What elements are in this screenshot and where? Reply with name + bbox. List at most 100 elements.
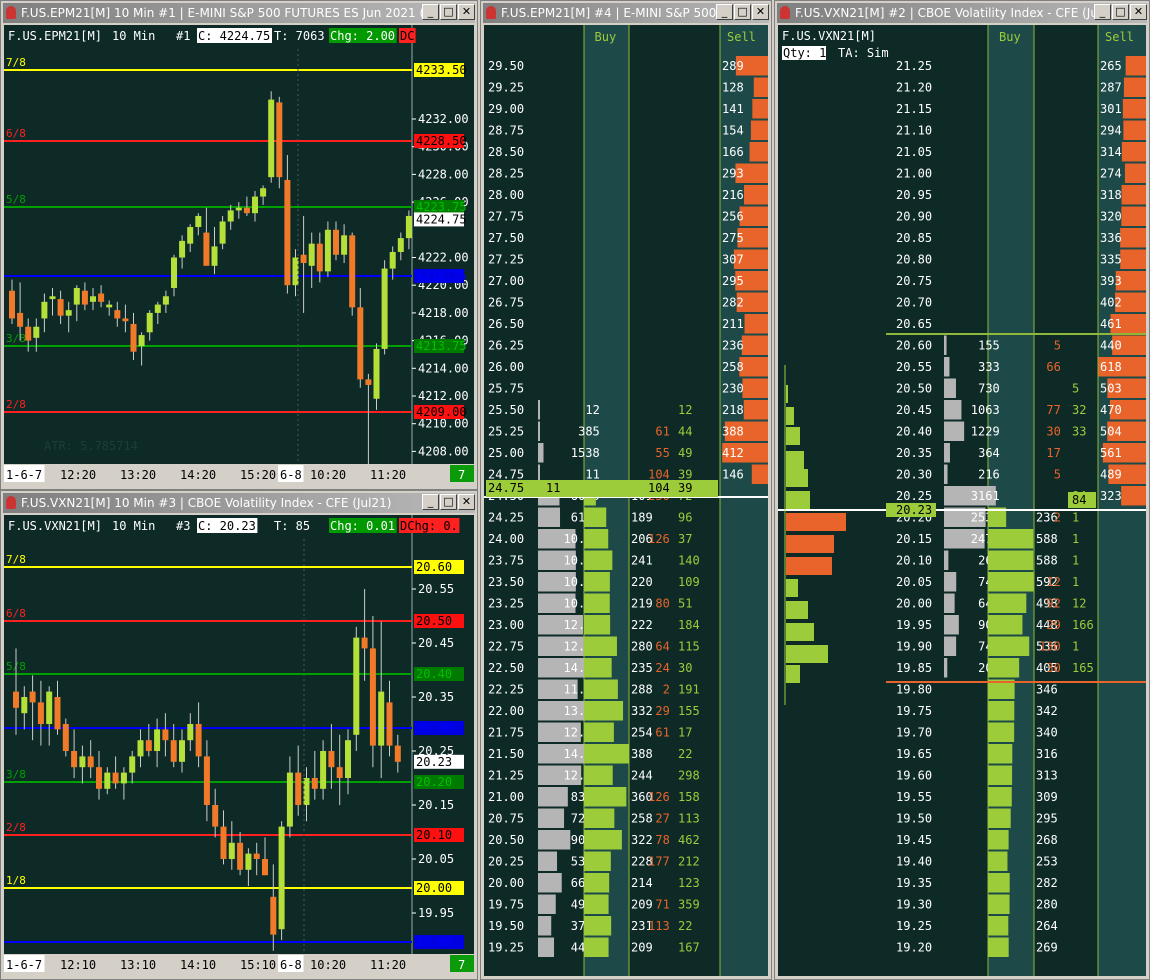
buy-traded: 49 <box>678 446 692 460</box>
ask-bar <box>1121 185 1146 205</box>
candle-body <box>373 348 380 399</box>
ask-bar <box>1121 206 1146 226</box>
ask-bar <box>743 400 768 420</box>
buy-traded: 51 <box>678 597 692 611</box>
volume-bar <box>944 464 948 484</box>
volume-bar <box>538 894 556 914</box>
close-button[interactable]: ✕ <box>1130 4 1147 20</box>
maximize-button[interactable]: □ <box>440 494 457 510</box>
title-bar[interactable]: F.US.EPM21[M] #4 | E-MINI S&P 500 ... _ □… <box>483 3 769 23</box>
price-level: 19.85 <box>896 661 932 675</box>
buy-traded: 359 <box>678 898 700 912</box>
ask-qty: 295 <box>722 274 744 288</box>
close-button[interactable]: ✕ <box>458 4 475 20</box>
maximize-button[interactable]: □ <box>734 4 751 20</box>
price-level: 21.25 <box>896 59 932 73</box>
profile-bar <box>786 601 808 619</box>
level-tag-text: 20.50 <box>416 614 452 628</box>
maximize-button[interactable]: □ <box>1112 4 1129 20</box>
sell-traded: 66 <box>1046 360 1060 374</box>
title-bar[interactable]: F.US.EPM21[M] 10 Min #1 | E-MINI S&P 500… <box>3 3 475 23</box>
chart-area[interactable]: 4232.004230.004228.004226.004222.004220.… <box>4 25 474 486</box>
title-bar[interactable]: F.US.VXN21[M] 10 Min #3 | CBOE Volatilit… <box>3 493 475 513</box>
candle-body <box>46 691 53 724</box>
dom-ladder[interactable]: Buy Sell 289 29.50 128 29.25 141 29.00 154 28.75 1… <box>484 25 768 976</box>
price-level: 20.60 <box>896 339 932 353</box>
time-label: 14:20 <box>180 468 216 482</box>
chart-area[interactable]: 20.5520.4520.3520.2520.1520.0519.9519.85… <box>4 515 474 976</box>
count-text: 7 <box>458 468 465 482</box>
time-label: 13:10 <box>120 958 156 972</box>
ta-label: TA: Sim <box>838 46 889 60</box>
candlestick-chart[interactable]: 4232.004230.004228.004226.004222.004220.… <box>4 25 474 486</box>
price-level: 20.00 <box>896 597 932 611</box>
sell-traded: 71 <box>655 898 669 912</box>
header-text: Chg: 2.00 <box>330 29 395 43</box>
ask-qty: 335 <box>1100 253 1122 267</box>
title-bar[interactable]: F.US.VXN21[M] #2 | CBOE Volatility Index… <box>777 3 1147 23</box>
bid-bar <box>988 808 1011 828</box>
close-button[interactable]: ✕ <box>458 494 475 510</box>
header-text: C: 4224.75 <box>198 29 270 43</box>
sell-traded: 104 <box>648 468 670 482</box>
level-tag-text: 4233.50 <box>416 63 467 77</box>
volume-bar <box>944 636 957 656</box>
candle-body <box>146 312 153 333</box>
candle-body <box>292 257 299 286</box>
price-level: 20.70 <box>896 296 932 310</box>
price-level: 20.65 <box>896 317 932 331</box>
candle-body <box>268 99 275 178</box>
ask-bar <box>1120 249 1146 269</box>
candle-body <box>57 299 64 316</box>
candlestick-chart[interactable]: 20.5520.4520.3520.2520.1520.0519.9519.85… <box>4 515 474 976</box>
candle-body <box>71 751 78 768</box>
price-ladder[interactable]: Buy Sell 289 29.50 128 29.25 141 29.00 154 28.75 1… <box>484 25 768 976</box>
candle-body <box>365 379 372 385</box>
volume-value: 385 <box>578 425 600 439</box>
candle-body <box>98 293 105 302</box>
chart-window-es: F.US.EPM21[M] 10 Min #1 | E-MINI S&P 500… <box>0 0 478 490</box>
candle-body <box>316 243 323 272</box>
candle-body <box>187 227 194 244</box>
buy-traded: 115 <box>678 640 700 654</box>
price-level: 24.75 <box>488 468 524 482</box>
bid-bar <box>988 636 1030 656</box>
minimize-button[interactable]: _ <box>422 494 439 510</box>
maximize-button[interactable]: □ <box>440 4 457 20</box>
candle-body <box>295 772 302 805</box>
volume-value: 155 <box>978 339 1000 353</box>
dom-ladder[interactable]: Buy Sell26521.2528721.2030121.1529421.103… <box>778 25 1146 976</box>
ask-qty: 388 <box>722 425 744 439</box>
ask-qty: 470 <box>1100 403 1122 417</box>
candle-body <box>211 246 218 266</box>
price-level: 23.25 <box>488 597 524 611</box>
bid-bar <box>584 873 610 893</box>
ask-bar <box>739 206 768 226</box>
ask-qty: 166 <box>722 145 744 159</box>
volume-value: 364 <box>978 446 1000 460</box>
bid-bar <box>988 916 1009 936</box>
minimize-button[interactable]: _ <box>716 4 733 20</box>
close-button[interactable]: ✕ <box>752 4 769 20</box>
ask-qty: 314 <box>1100 145 1122 159</box>
ask-bar <box>1122 99 1146 119</box>
candle-body <box>397 238 404 252</box>
level-label: 5/8 <box>6 193 26 206</box>
profile-bar <box>786 491 810 509</box>
price-level: 21.00 <box>488 790 524 804</box>
minimize-button[interactable]: _ <box>422 4 439 20</box>
volume-bar <box>538 916 552 936</box>
candle-body <box>276 102 283 178</box>
last-tag-text: 20.23 <box>896 503 932 517</box>
bid-bar <box>988 894 1010 914</box>
ask-qty: 230 <box>722 382 744 396</box>
ask-qty: 336 <box>1100 231 1122 245</box>
profile-bar <box>786 623 814 641</box>
buy-header: Buy <box>999 30 1021 44</box>
sell-traded: 77 <box>1046 403 1060 417</box>
candle-body <box>253 853 260 859</box>
minimize-button[interactable]: _ <box>1094 4 1111 20</box>
price-ladder[interactable]: Buy Sell 265 21.25 287 21.20 301 21.15 294 21.10 3… <box>778 25 1146 976</box>
header-text: 10 Min <box>112 519 155 533</box>
candle-body <box>262 859 268 876</box>
